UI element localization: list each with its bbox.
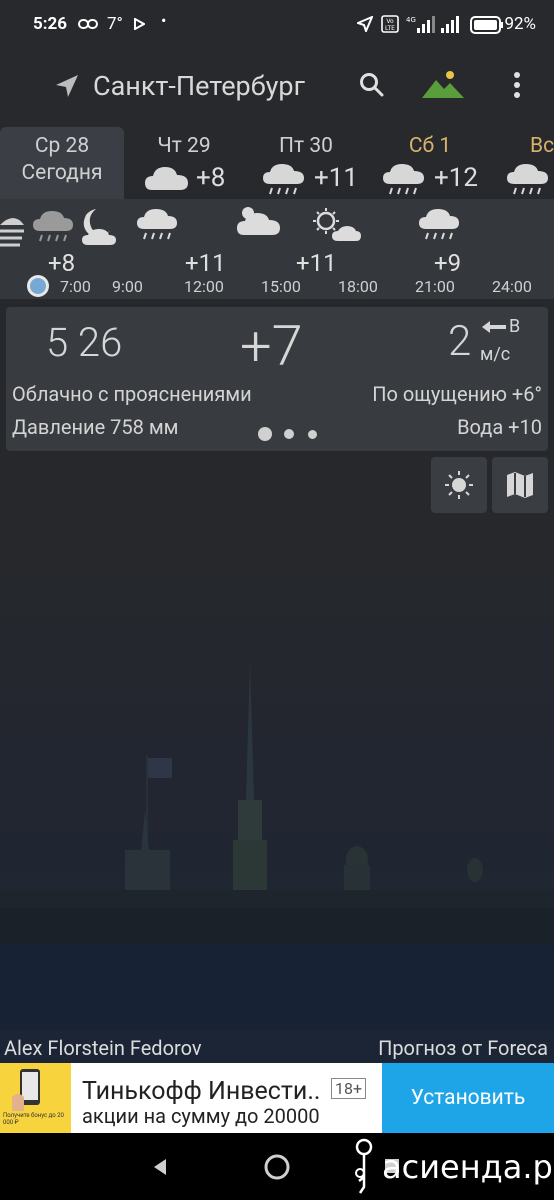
day-name: Чт 29 [157,134,211,158]
day-tab-0[interactable]: Ср 28 Сегодня [0,127,124,199]
key-logo-icon [355,1138,373,1194]
sun-cloud-icon [237,207,280,235]
current-conditions-card[interactable]: 5 26 +7 2 В м/с Облачно с прояснениями П… [6,307,548,451]
day-tab-1[interactable]: Чт 29 +8 [124,127,244,199]
hour-time: 21:00 [415,277,455,296]
page-dot [308,430,317,439]
hour-temp: +9 [434,249,462,277]
svg-text:LTE: LTE [385,25,395,32]
day-name: Пт 30 [279,134,333,158]
status-temp: 7° [107,14,123,34]
battery-icon [470,16,503,34]
background-photo-skyline [0,660,554,1030]
rain-cloud-icon [507,164,548,195]
status-bar: 5:26 7° • Vo LTE 4G 92% [0,0,554,50]
day-temp: +12 [434,163,478,193]
fog-icon [0,218,24,247]
install-button[interactable]: Установить [382,1063,554,1133]
signal-4g-icon: 4G [406,16,435,33]
moon-cloud-icon [82,209,116,245]
svg-text:4G: 4G [406,16,416,24]
search-icon[interactable] [359,72,385,98]
condition-text: Облачно с прояснениями [12,382,252,406]
page-dot-active [258,427,272,441]
rain-cloud-icon [137,209,177,240]
top-bar: Санкт-Петербург [0,60,554,110]
location-icon[interactable] [54,73,80,99]
feels-like: По ощущению +6° [372,382,542,406]
day-name: Ср 28 [34,134,90,158]
rain-cloud-icon [33,211,73,242]
hour-time: 9:00 [112,277,143,296]
wind-arrow-icon [482,321,506,333]
hour-time: 7:00 [60,277,91,296]
day-temp: +8 [196,163,226,193]
volte-icon: Vo LTE [381,15,399,33]
sun-moon-button[interactable] [431,457,487,513]
svg-text:Vo: Vo [386,18,394,25]
location-arrow-icon [357,16,373,32]
wind-unit: м/с [480,344,511,365]
day-tab-3[interactable]: Сб 1 +12 [368,127,492,199]
page-dot [284,429,294,439]
more-menu-icon[interactable] [512,71,522,99]
landscape-icon[interactable] [422,70,464,100]
navigation-bar: асиенда.ру [0,1133,554,1200]
link-icon [78,19,98,29]
hour-time: 18:00 [338,277,378,296]
photo-credit[interactable]: Alex Florstein Fedorov [4,1036,202,1060]
day-today-label: Сегодня [21,161,103,185]
rain-cloud-icon [419,209,459,240]
play-icon [134,18,145,30]
watermark: асиенда.ру [382,1148,554,1186]
ad-thumb-text: Получите бонус до 20 000 ₽ [3,1112,64,1126]
rain-cloud-icon [383,164,424,195]
day-tabs: Ср 28 Сегодня Чт 29 +8 Пт 30 +11 Сб 1 +1… [0,127,554,199]
wind-speed: 2 [448,317,472,366]
hour-temp: +11 [185,249,226,277]
signal-icon [441,16,459,33]
current-temperature: +7 [240,313,303,379]
hour-time: 15:00 [261,277,301,296]
hourly-forecast[interactable]: +8 +11 +11 +9 7:00 9:00 12:00 15:00 18:0… [0,199,554,299]
map-icon [507,472,533,498]
rain-cloud-icon [263,164,304,195]
back-icon[interactable] [150,1157,170,1177]
day-tab-2[interactable]: Пт 30 +11 [244,127,368,199]
day-name: Сб 1 [408,134,452,158]
ad-age-rating: 18+ [331,1078,367,1099]
day-temp: +11 [314,163,358,193]
ad-banner[interactable]: Получите бонус до 20 000 ₽ Тинькофф Инве… [0,1063,554,1133]
ad-thumbnail[interactable]: Получите бонус до 20 000 ₽ [0,1063,71,1133]
wind-direction: В [509,316,521,337]
page-indicator[interactable] [256,426,336,442]
phone-hand-icon [12,1069,40,1111]
hour-temp: +11 [296,249,337,277]
current-time-marker-icon [27,275,49,297]
forecast-credit[interactable]: Прогноз от Foreca [378,1036,548,1060]
dot-icon: • [161,11,167,30]
sun-orbit-icon [445,471,473,499]
hour-time: 24:00 [492,277,532,296]
hour-temp: +8 [48,249,76,277]
battery-percent: 92% [504,14,536,34]
water-temperature: Вода +10 [457,415,542,439]
status-time: 5:26 [33,14,68,34]
city-name[interactable]: Санкт-Петербург [93,70,305,102]
day-name: Вс [530,134,554,158]
home-icon[interactable] [263,1153,291,1181]
cloud-icon [145,167,188,190]
pressure: Давление 758 мм [12,415,179,439]
map-button[interactable] [492,457,548,513]
ad-title[interactable]: Тинькофф Инвести.. [82,1077,321,1106]
day-tab-4[interactable]: Вс [492,127,554,199]
hour-time: 12:00 [184,277,224,296]
current-time: 5 26 [46,319,123,366]
sun-cloud-icon [313,208,361,241]
ad-subtitle[interactable]: акции на сумму до 20000 [82,1104,320,1128]
